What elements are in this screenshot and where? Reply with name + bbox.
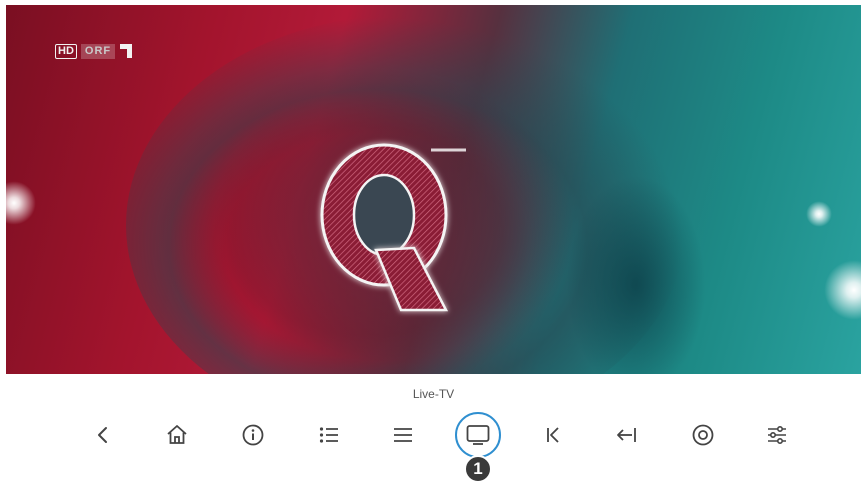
jump-back-button[interactable] bbox=[604, 412, 650, 458]
channel-list-button[interactable] bbox=[306, 412, 352, 458]
settings-button[interactable] bbox=[754, 412, 800, 458]
background-swirl bbox=[566, 175, 706, 374]
home-button[interactable] bbox=[154, 412, 200, 458]
tv-video-frame: HD ORF bbox=[6, 5, 861, 374]
sliders-icon bbox=[768, 425, 786, 445]
current-mode-label: Live-TV bbox=[412, 387, 455, 401]
info-button[interactable] bbox=[230, 412, 276, 458]
info-icon bbox=[242, 424, 264, 446]
record-icon bbox=[692, 424, 714, 446]
home-icon bbox=[167, 425, 187, 444]
chevron-left-icon bbox=[98, 427, 107, 443]
tv-icon bbox=[466, 425, 490, 445]
light-flare bbox=[6, 181, 36, 225]
skip-to-start-icon bbox=[547, 427, 559, 443]
menu-button[interactable] bbox=[380, 412, 426, 458]
restart-button[interactable] bbox=[530, 412, 576, 458]
orf1-logo-mark bbox=[120, 44, 133, 58]
light-flare bbox=[824, 260, 861, 320]
channel-logo: HD ORF bbox=[55, 42, 133, 60]
bulleted-list-icon bbox=[319, 427, 338, 443]
record-button[interactable] bbox=[680, 412, 726, 458]
arrow-left-to-bar-icon bbox=[617, 428, 636, 442]
channel-name: ORF bbox=[80, 43, 116, 59]
hamburger-menu-icon bbox=[394, 428, 412, 442]
step-number-badge: 1 bbox=[464, 455, 492, 483]
light-flare bbox=[806, 201, 832, 227]
back-button[interactable] bbox=[80, 412, 126, 458]
show-logo-q bbox=[320, 143, 486, 312]
player-nav-bar bbox=[0, 412, 867, 458]
live-tv-button[interactable] bbox=[455, 412, 501, 458]
hd-badge: HD bbox=[55, 43, 77, 59]
